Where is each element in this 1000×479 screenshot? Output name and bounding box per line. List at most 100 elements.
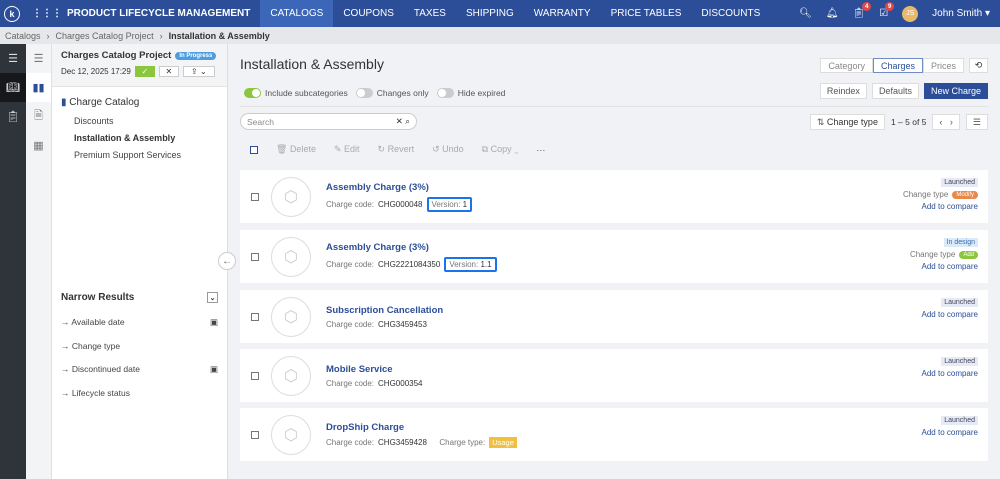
filter-change-type[interactable]: → Change type (61, 341, 218, 351)
charge-name-link[interactable]: Subscription Cancellation (326, 305, 443, 316)
row-checkbox[interactable] (251, 430, 259, 439)
chevron-down-icon[interactable]: ⌄ (207, 292, 218, 303)
add-to-compare-link[interactable]: Add to compare (903, 202, 978, 211)
filter-lifecycle-status[interactable]: → Lifecycle status (61, 388, 218, 398)
charge-card[interactable]: ⬡ DropShip Charge Charge code: CHG3459428 C… (240, 408, 988, 461)
charge-name-link[interactable]: Assembly Charge (3%) (326, 242, 497, 253)
avatar[interactable]: JS (902, 5, 919, 22)
add-to-compare-link[interactable]: Add to compare (922, 428, 978, 437)
search-icon[interactable]: 🔍︎ (799, 8, 812, 19)
toggle-label: Changes only (376, 88, 429, 98)
search-icon[interactable]: ⌕ (405, 116, 410, 126)
table-icon[interactable]: ▦ (26, 131, 51, 160)
charge-card[interactable]: ⬡ Assembly Charge (3%) Charge code: CHG2221… (240, 230, 988, 283)
defaults-button[interactable]: Defaults (871, 83, 919, 99)
collapse-panel-button[interactable]: ← (218, 252, 236, 270)
pagination: ‹ › (932, 114, 960, 130)
menu-icon[interactable]: ☰ (0, 44, 26, 73)
breadcrumb-catalogs[interactable]: Catalogs (5, 31, 41, 41)
charge-name-link[interactable]: DropShip Charge (326, 422, 517, 433)
history-icon[interactable]: ⟲ (969, 58, 988, 73)
approve-button[interactable]: ✓ (134, 66, 155, 77)
add-to-compare-link[interactable]: Add to compare (910, 262, 978, 271)
filter-available-date[interactable]: → Available date ▣ (61, 317, 218, 328)
nav-price-tables[interactable]: PRICE TABLES (601, 0, 692, 27)
box-icon: ⬡ (271, 355, 311, 396)
status-badge: Launched (941, 357, 978, 366)
more-icon[interactable]: ··· (536, 145, 545, 155)
prev-page-button[interactable]: ‹ (939, 117, 942, 127)
row-checkbox[interactable] (251, 371, 259, 380)
add-to-compare-link[interactable]: Add to compare (922, 369, 978, 378)
version-field: Version: 1 (426, 196, 473, 212)
tab-charges[interactable]: Charges (872, 58, 923, 73)
row-checkbox[interactable] (251, 192, 259, 201)
calendar-icon: ▣ (209, 317, 218, 327)
tasks-icon[interactable]: 📋︎ 4 (852, 2, 872, 19)
tree-item-discounts[interactable]: Discounts (74, 116, 218, 126)
charge-card[interactable]: ⬡ Assembly Charge (3%) Charge code: CHG0000… (240, 170, 988, 223)
change-type-label: Change type (909, 250, 956, 259)
app-rail: ☰ 📖︎ 📋︎ (0, 44, 26, 479)
list-view-icon[interactable]: ☰ (965, 114, 988, 130)
changes-only-toggle[interactable] (355, 88, 373, 98)
publish-dropdown[interactable]: ⇪ ⌄ (182, 66, 215, 77)
project-title: Charges Catalog Project (61, 50, 172, 61)
nav-shipping[interactable]: SHIPPING (456, 0, 524, 27)
tab-category[interactable]: Category (820, 58, 873, 73)
filter-discontinued-date[interactable]: → Discontinued date ▣ (61, 364, 218, 375)
change-type-label: Change type (902, 190, 949, 199)
book-icon: ▮ (61, 97, 67, 108)
box-icon: ⬡ (271, 176, 311, 217)
nav-catalogs[interactable]: CATALOGS (260, 0, 334, 27)
tab-prices[interactable]: Prices (922, 58, 964, 73)
book-icon[interactable]: ▮▮ (26, 73, 51, 102)
tree-item-premium-support[interactable]: Premium Support Services (74, 150, 218, 160)
tree-root[interactable]: ▮ Charge Catalog (61, 97, 218, 108)
catalog-book-icon[interactable]: 📖︎ (0, 73, 26, 102)
nav-discounts[interactable]: DISCOUNTS (691, 0, 770, 27)
narrow-title: Narrow Results (61, 292, 135, 303)
document-icon[interactable]: 🗎 (26, 102, 51, 131)
add-to-compare-link[interactable]: Add to compare (922, 310, 978, 319)
next-page-button[interactable]: › (950, 117, 953, 127)
reindex-button[interactable]: Reindex (819, 83, 867, 99)
menu-icon[interactable]: ☰ (26, 44, 51, 73)
undo-button[interactable]: ↺ Undo (432, 144, 464, 155)
reject-button[interactable]: ✕ (158, 66, 179, 77)
hide-expired-toggle[interactable] (436, 88, 454, 98)
app-menu[interactable]: ⋮⋮⋮ PRODUCT LIFECYCLE MANAGEMENT (32, 8, 250, 19)
calendar-icon: ▣ (209, 364, 218, 374)
search-input[interactable]: Search ✕ ⌕ (240, 113, 417, 130)
edit-button[interactable]: ✎ Edit (334, 144, 360, 155)
charge-card[interactable]: ⬡ Mobile Service Charge code: CHG000354 Laun… (240, 349, 988, 402)
delete-button[interactable]: 🗑︎ Delete (276, 144, 316, 155)
bell-icon[interactable]: 🔔︎ (826, 8, 839, 19)
charge-type-label: Charge type: (439, 437, 486, 447)
logo[interactable]: k (4, 5, 20, 22)
include-subcategories-toggle[interactable] (244, 88, 261, 98)
row-checkbox[interactable] (251, 312, 259, 321)
box-icon: ⬡ (271, 414, 311, 455)
breadcrumb-project[interactable]: Charges Catalog Project (56, 31, 154, 41)
new-charge-button[interactable]: New Charge (923, 83, 988, 99)
sort-button[interactable]: ⇅ Change type (809, 114, 885, 130)
clipboard-icon[interactable]: 📋︎ (0, 102, 26, 131)
user-menu[interactable]: John Smith ▾ (932, 8, 990, 19)
revert-button[interactable]: ↻ Revert (378, 144, 415, 155)
nav-taxes[interactable]: TAXES (404, 0, 456, 27)
nav-coupons[interactable]: COUPONS (333, 0, 404, 27)
catalog-panel: Charges Catalog Project In Progress Dec 1… (52, 44, 228, 479)
grid-icon: ⋮⋮⋮ (32, 8, 62, 19)
row-checkbox[interactable] (251, 252, 259, 261)
copy-button[interactable]: ⧉ Copy ⌄ (482, 144, 519, 155)
charge-name-link[interactable]: Assembly Charge (3%) (326, 182, 472, 193)
select-all-checkbox[interactable] (250, 145, 258, 154)
charge-card[interactable]: ⬡ Subscription Cancellation Charge code: CH… (240, 290, 988, 343)
charge-name-link[interactable]: Mobile Service (326, 364, 423, 375)
checklist-icon[interactable]: ☑ 9 (879, 2, 895, 19)
divider (240, 106, 988, 107)
tree-item-installation[interactable]: Installation & Assembly (74, 133, 218, 143)
clear-icon[interactable]: ✕ (396, 116, 403, 126)
nav-warranty[interactable]: WARRANTY (524, 0, 601, 27)
